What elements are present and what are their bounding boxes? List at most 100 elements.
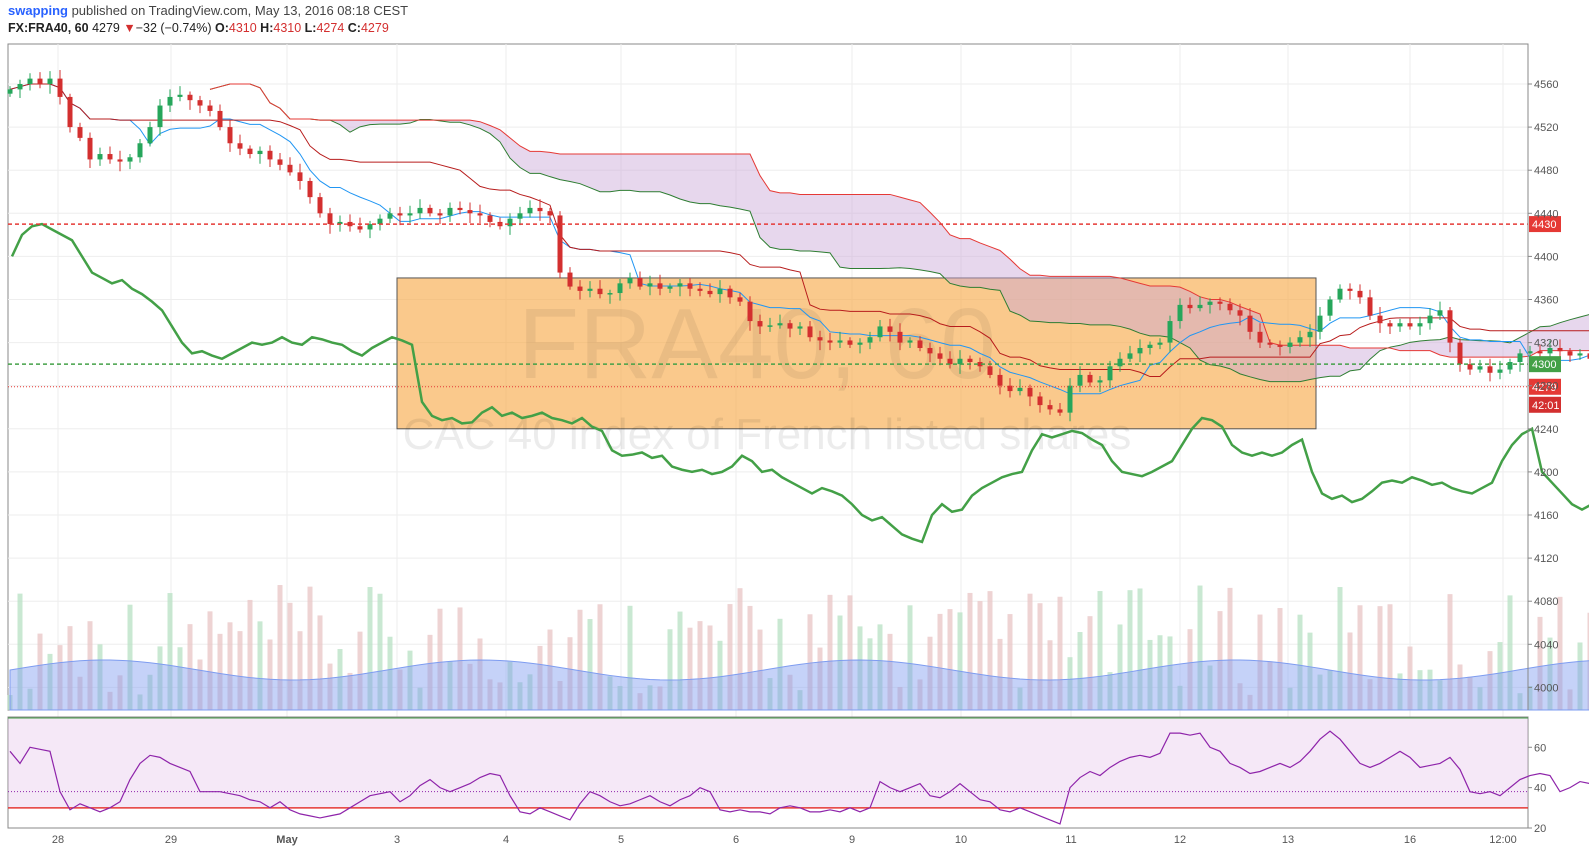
candle-body <box>1437 310 1443 316</box>
candle-body <box>407 213 413 216</box>
time-axis[interactable]: 28 29 May 3 4 5 6 9 10 11 12 13 16 12:00 <box>8 827 1528 846</box>
candle-body <box>1347 288 1353 291</box>
time-tick-label: 29 <box>165 834 177 846</box>
candle-body <box>1467 364 1473 370</box>
candle-body <box>1247 315 1253 332</box>
candle-body <box>867 337 873 343</box>
price-tick-label: 4240 <box>1534 424 1558 436</box>
candle-body <box>647 283 653 287</box>
candle-body <box>677 283 683 287</box>
candle-body <box>257 150 263 155</box>
rsi-tick-label: 20 <box>1534 823 1546 835</box>
price-tick-label: 4400 <box>1534 251 1558 263</box>
time-tick-label: 3 <box>394 834 400 846</box>
rsi-pane: 20 40 60 <box>7 716 1589 835</box>
candle-body <box>747 301 753 322</box>
time-tick-label: 12 <box>1174 834 1186 846</box>
candle-body <box>1507 361 1513 370</box>
candle-body <box>427 207 433 214</box>
rsi-tick-label: 40 <box>1534 783 1546 795</box>
candle-body <box>987 366 993 375</box>
candle-body <box>217 110 223 128</box>
candle-body <box>637 277 643 287</box>
candle-body <box>197 100 203 106</box>
candle-body <box>437 213 443 216</box>
candle-body <box>367 224 373 230</box>
candle-body <box>1237 310 1243 316</box>
rsi-tick-label: 60 <box>1534 742 1546 754</box>
time-tick-label: 6 <box>733 834 739 846</box>
candle-body <box>1067 385 1073 413</box>
candle-body <box>1117 358 1123 367</box>
time-tick-label: May <box>276 834 298 846</box>
candle-body <box>1397 323 1403 327</box>
watermark-description: CAC 40 index of French listed shares <box>403 410 1132 459</box>
candle-body <box>1297 337 1303 343</box>
candle-body <box>1447 310 1453 343</box>
candle-body <box>907 340 913 343</box>
candle-body <box>887 326 893 332</box>
price-axis[interactable]: 4000 4040 4080 4120 4160 4200 4240 4280 4320 4360… <box>1527 44 1558 710</box>
candle-body <box>1327 299 1333 316</box>
candle-body <box>467 210 473 214</box>
candle-body <box>687 283 693 289</box>
candle-body <box>527 207 533 214</box>
candle-body <box>517 213 523 219</box>
price-tick-label: 4160 <box>1534 510 1558 522</box>
candle-body <box>877 326 883 338</box>
candle-body <box>617 283 623 294</box>
candle-body <box>127 157 133 162</box>
candle-body <box>1197 304 1203 309</box>
candle-body <box>1357 290 1363 298</box>
price-tick-label: 4440 <box>1534 208 1558 220</box>
candle-body <box>137 143 143 158</box>
candle-body <box>847 340 853 345</box>
candle-body <box>1177 304 1183 322</box>
candle-body <box>297 172 303 181</box>
candle-body <box>187 94 193 101</box>
price-chart[interactable]: FRA40, 60 CAC 40 index of French listed … <box>0 0 1589 865</box>
candle-body <box>1377 315 1383 324</box>
candle-body <box>1017 387 1023 392</box>
candle-body <box>1187 304 1193 309</box>
candle-body <box>707 290 713 295</box>
candle-body <box>587 288 593 291</box>
candle-body <box>27 78 33 84</box>
candle-body <box>947 358 953 365</box>
price-tag-label: 4430 <box>1532 219 1556 231</box>
candle-body <box>827 340 833 343</box>
time-tick-label: 13 <box>1282 834 1294 846</box>
candle-body <box>1257 331 1263 343</box>
time-tick-label: 28 <box>52 834 64 846</box>
time-tick-label: 16 <box>1404 834 1416 846</box>
candle-body <box>1227 303 1233 311</box>
candle-body <box>1577 353 1583 356</box>
candle-body <box>547 211 553 216</box>
candle-body <box>1057 409 1063 413</box>
candle-body <box>597 288 603 295</box>
candle-body <box>777 323 783 326</box>
candle-body <box>727 288 733 298</box>
candle-body <box>1537 351 1543 354</box>
price-tick-label: 4000 <box>1534 682 1558 694</box>
candle-body <box>167 96 173 106</box>
candle-body <box>1157 342 1163 345</box>
candle-body <box>1087 374 1093 383</box>
candle-body <box>307 180 313 198</box>
candle-body <box>207 105 213 111</box>
candle-body <box>627 277 633 284</box>
candle-body <box>1317 315 1323 332</box>
candle-body <box>237 143 243 149</box>
candle-body <box>107 154 113 160</box>
candle-body <box>957 358 963 365</box>
candle-body <box>697 288 703 291</box>
candle-body <box>7 89 13 94</box>
candle-body <box>1037 396 1043 406</box>
price-tick-label: 4320 <box>1534 338 1558 350</box>
price-tick-label: 4200 <box>1534 467 1558 479</box>
candle-body <box>1137 347 1143 354</box>
price-tick-label: 4520 <box>1534 122 1558 134</box>
candle-body <box>997 374 1003 386</box>
candle-body <box>1367 297 1373 316</box>
candle-body <box>487 215 493 222</box>
